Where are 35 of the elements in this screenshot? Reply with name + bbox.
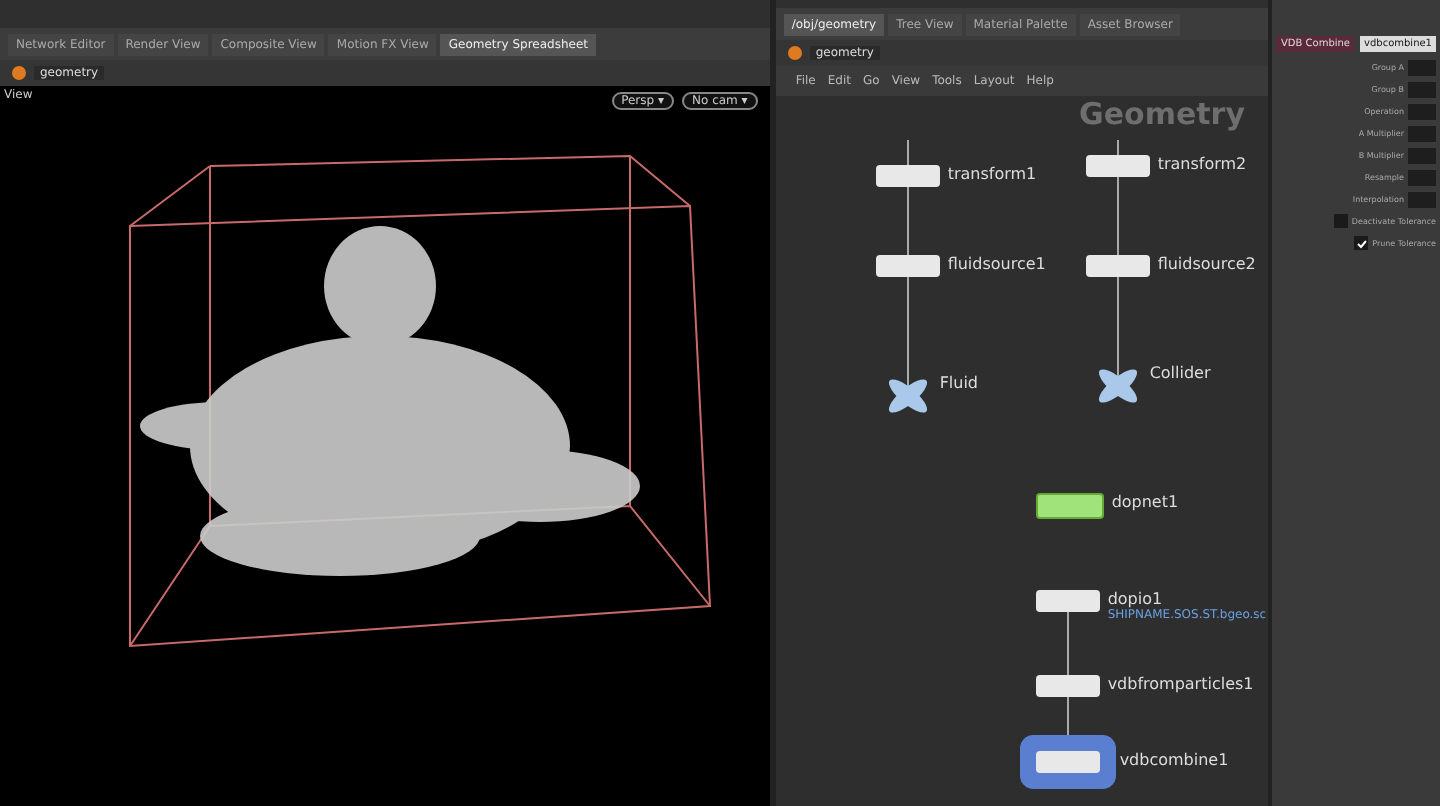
node-name: Collider <box>1149 364 1211 382</box>
node-tile[interactable] <box>883 374 932 418</box>
parameter-field[interactable] <box>1408 59 1436 75</box>
node-name: Fluid <box>939 374 979 392</box>
node-tile[interactable] <box>1093 364 1142 408</box>
node-name: vdbcombine1 <box>1119 751 1229 769</box>
node-tile[interactable] <box>875 255 940 277</box>
node-tile[interactable] <box>1035 751 1100 773</box>
checkmark-icon <box>1355 237 1368 249</box>
node-tile[interactable] <box>1085 255 1150 277</box>
node-name: fluidsource1 <box>947 255 1046 273</box>
node-tile[interactable] <box>1085 155 1150 177</box>
geometry-icon <box>12 66 26 80</box>
checkbox[interactable] <box>1354 236 1369 250</box>
parameter-field[interactable] <box>1408 125 1436 141</box>
node-name: dopio1 <box>1107 590 1165 608</box>
node-tile[interactable] <box>875 165 940 187</box>
node-name: vdbfromparticles1 <box>1107 675 1254 693</box>
checkbox[interactable] <box>1333 214 1348 228</box>
node-name: transform1 <box>947 165 1037 183</box>
node-tile[interactable] <box>1035 675 1100 697</box>
parameter-field[interactable] <box>1408 147 1436 163</box>
context-label: Geometry <box>1079 96 1245 132</box>
node-tile[interactable] <box>1035 493 1104 519</box>
node-name: fluidsource2 <box>1157 255 1256 273</box>
node-tile[interactable] <box>1035 590 1100 612</box>
parameter-field[interactable] <box>1408 169 1436 185</box>
geometry-icon <box>787 46 802 60</box>
cross-icon <box>1093 364 1142 408</box>
node-name: transform2 <box>1157 155 1247 173</box>
parameter-field[interactable] <box>1408 81 1436 97</box>
cross-icon <box>883 374 932 418</box>
parameter-field[interactable] <box>1408 103 1436 119</box>
parameter-field[interactable] <box>1408 191 1436 207</box>
node-name: dopnet1 <box>1111 493 1179 511</box>
